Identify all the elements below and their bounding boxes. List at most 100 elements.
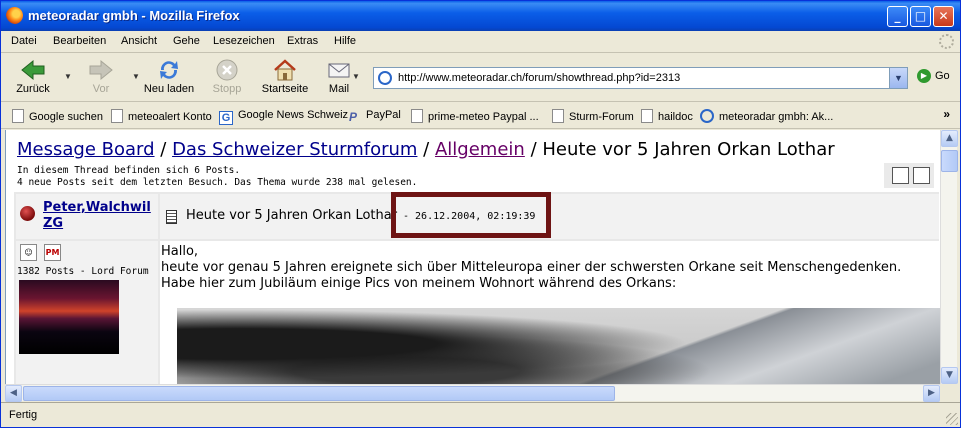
breadcrumb-category[interactable]: Allgemein bbox=[435, 139, 525, 160]
horizontal-scroll-thumb[interactable] bbox=[23, 386, 615, 401]
mail-icon bbox=[328, 63, 350, 78]
bookmark-label: meteoradar gmbh: Ak... bbox=[719, 111, 834, 123]
stop-icon bbox=[216, 59, 238, 81]
bookmark-haildoc[interactable]: haildoc bbox=[641, 109, 693, 123]
scroll-right-arrow-icon[interactable]: ▶ bbox=[923, 385, 940, 402]
menu-lesezeichen[interactable]: Lesezeichen bbox=[213, 35, 275, 47]
scroll-left-arrow-icon[interactable]: ◀ bbox=[5, 385, 22, 402]
author-name-link[interactable]: Peter,Walchwil ZG bbox=[43, 200, 158, 232]
page-content: Message Board / Das Schweizer Sturmforum… bbox=[5, 130, 940, 384]
forward-label: Vor bbox=[92, 83, 110, 95]
thread-post-count: In diesem Thread befinden sich 6 Posts. bbox=[17, 165, 241, 176]
bookmark-meteoalert-konto[interactable]: meteoalert Konto bbox=[111, 109, 212, 123]
menu-bearbeiten[interactable]: Bearbeiten bbox=[53, 35, 106, 47]
menu-gehe[interactable]: Gehe bbox=[173, 35, 200, 47]
post-line: Habe hier zum Jubiläum einige Pics von m… bbox=[161, 276, 677, 291]
go-label: Go bbox=[935, 69, 950, 82]
home-label: Startseite bbox=[261, 83, 309, 95]
bookmark-paypal[interactable]: P PayPal bbox=[349, 109, 401, 124]
scrollbar-corner bbox=[940, 384, 957, 401]
site-favicon-icon bbox=[378, 71, 392, 85]
menu-hilfe[interactable]: Hilfe bbox=[334, 35, 356, 47]
forward-arrow-icon bbox=[89, 59, 113, 81]
back-button[interactable]: Zurück bbox=[3, 56, 63, 100]
offline-status-icon bbox=[20, 206, 35, 221]
reload-icon bbox=[160, 61, 178, 79]
reload-button[interactable]: Neu laden bbox=[139, 56, 199, 100]
back-arrow-icon bbox=[21, 59, 45, 81]
stop-button[interactable]: Stopp bbox=[197, 56, 257, 100]
breadcrumb-forum[interactable]: Das Schweizer Sturmforum bbox=[172, 139, 417, 160]
minimize-button[interactable]: _ bbox=[887, 6, 908, 27]
pm-icon[interactable]: PM bbox=[44, 244, 61, 261]
mail-button[interactable]: Mail bbox=[309, 56, 369, 100]
profile-icon[interactable]: ☺ bbox=[20, 244, 37, 261]
horizontal-scrollbar[interactable]: ◀ ▶ bbox=[5, 384, 940, 402]
go-button[interactable]: ▶ Go bbox=[917, 69, 950, 83]
url-text[interactable]: http://www.meteoradar.ch/forum/showthrea… bbox=[398, 72, 680, 84]
post-line: heute vor genau 5 Jahren ereignete sich … bbox=[161, 260, 902, 275]
maximize-button[interactable]: □ bbox=[910, 6, 931, 27]
close-button[interactable]: ✕ bbox=[933, 6, 954, 27]
menu-bar: Datei Bearbeiten Ansicht Gehe Lesezeiche… bbox=[1, 31, 960, 53]
bookmark-label: PayPal bbox=[366, 109, 401, 121]
bookmark-meteoradar[interactable]: meteoradar gmbh: Ak... bbox=[700, 109, 833, 123]
home-icon bbox=[274, 59, 296, 81]
url-history-dropdown-icon[interactable]: ▼ bbox=[889, 68, 907, 88]
bookmark-sturm-forum[interactable]: Sturm-Forum bbox=[552, 109, 634, 123]
author-details: ☺ PM 1382 Posts - Lord Forum bbox=[16, 241, 158, 384]
breadcrumb-separator: / bbox=[160, 139, 167, 160]
print-icon[interactable] bbox=[913, 167, 930, 184]
vertical-scrollbar[interactable]: ▲ ▼ bbox=[940, 130, 958, 384]
bookmark-label: Google News Schweiz bbox=[238, 109, 349, 121]
page-icon bbox=[12, 109, 24, 123]
address-bar[interactable]: http://www.meteoradar.ch/forum/showthrea… bbox=[373, 67, 908, 89]
thread-tools bbox=[884, 163, 934, 188]
throbber-icon bbox=[939, 34, 954, 49]
vertical-scroll-thumb[interactable] bbox=[941, 150, 958, 172]
status-bar: Fertig bbox=[1, 402, 960, 427]
bookmark-label: Sturm-Forum bbox=[569, 111, 634, 123]
reply-icon[interactable] bbox=[892, 167, 909, 184]
avatar bbox=[19, 280, 119, 354]
forward-button[interactable]: Vor bbox=[71, 56, 131, 100]
page-icon bbox=[411, 109, 423, 123]
post-subject: Heute vor 5 Jahren Orkan Lothar bbox=[186, 208, 398, 223]
go-arrow-icon: ▶ bbox=[917, 69, 931, 83]
back-label: Zurück bbox=[16, 83, 50, 95]
window-title: meteoradar gmbh - Mozilla Firefox bbox=[28, 8, 240, 23]
menu-ansicht[interactable]: Ansicht bbox=[121, 35, 157, 47]
menu-extras[interactable]: Extras bbox=[287, 35, 318, 47]
status-text: Fertig bbox=[9, 409, 38, 421]
page-icon bbox=[552, 109, 564, 123]
firefox-icon bbox=[6, 7, 23, 24]
storm-photo[interactable] bbox=[177, 308, 940, 384]
page-icon bbox=[111, 109, 123, 123]
navigation-toolbar: Zurück ▼ Vor ▼ Neu laden Stopp Startseit… bbox=[1, 54, 960, 102]
thread-title: Heute vor 5 Jahren Orkan Lothar bbox=[542, 139, 835, 160]
stop-label: Stopp bbox=[212, 83, 242, 95]
resize-grip-icon[interactable] bbox=[946, 413, 958, 425]
google-icon: G bbox=[219, 111, 233, 125]
bookmark-google-news[interactable]: G Google News Schweiz bbox=[219, 109, 348, 125]
bookmark-prime-meteo[interactable]: prime-meteo Paypal ... bbox=[411, 109, 539, 123]
mail-dropdown-icon[interactable]: ▼ bbox=[352, 72, 360, 81]
mail-label: Mail bbox=[328, 83, 350, 95]
scroll-up-arrow-icon[interactable]: ▲ bbox=[941, 130, 958, 147]
author-post-count: 1382 Posts - Lord Forum bbox=[17, 266, 149, 277]
title-bar[interactable]: meteoradar gmbh - Mozilla Firefox _ □ ✕ bbox=[1, 1, 960, 31]
post-line: Hallo, bbox=[161, 244, 199, 259]
bookmarks-overflow-chevron-icon[interactable]: » bbox=[943, 107, 950, 121]
breadcrumb: Message Board / Das Schweizer Sturmforum… bbox=[17, 139, 835, 160]
scroll-down-arrow-icon[interactable]: ▼ bbox=[941, 367, 958, 384]
bookmark-google-suchen[interactable]: Google suchen bbox=[12, 109, 103, 123]
page-icon bbox=[641, 109, 653, 123]
post-body: Hallo, heute vor genau 5 Jahren ereignet… bbox=[160, 241, 940, 384]
breadcrumb-message-board[interactable]: Message Board bbox=[17, 139, 155, 160]
menu-datei[interactable]: Datei bbox=[11, 35, 37, 47]
bookmark-label: meteoalert Konto bbox=[128, 111, 212, 123]
browser-window: meteoradar gmbh - Mozilla Firefox _ □ ✕ … bbox=[0, 0, 961, 428]
bookmarks-toolbar: Google suchen meteoalert Konto G Google N… bbox=[1, 103, 960, 129]
home-button[interactable]: Startseite bbox=[255, 56, 315, 100]
paypal-icon: P bbox=[349, 110, 358, 124]
